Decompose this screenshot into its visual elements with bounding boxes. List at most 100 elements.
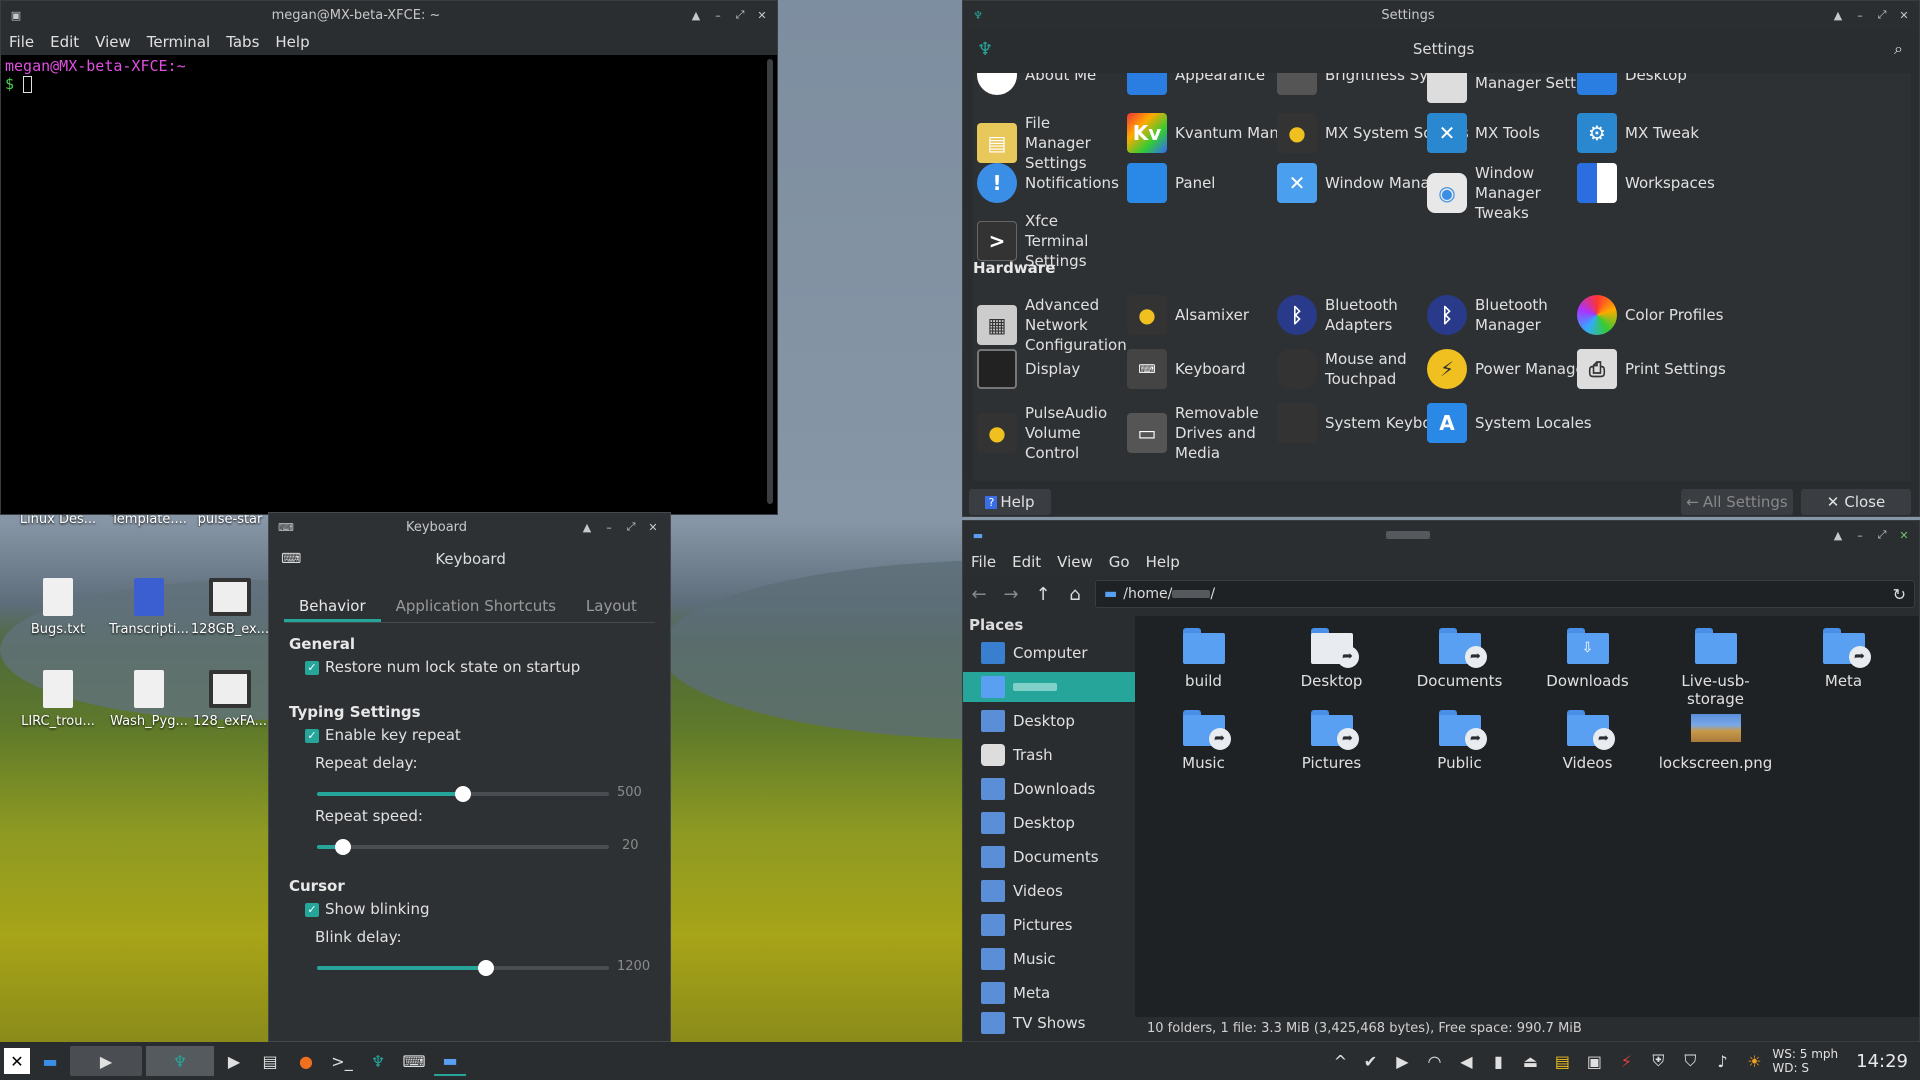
close-icon[interactable]: ✕ (751, 9, 773, 22)
place-desktop[interactable]: Desktop (963, 706, 1135, 736)
settings-item-notifications[interactable]: ! Notifications (977, 163, 1119, 203)
menu-tabs[interactable]: Tabs (218, 33, 267, 51)
slider-handle[interactable] (478, 960, 495, 976)
media-tray-icon[interactable]: ▶ (1388, 1046, 1416, 1076)
settings-item-network[interactable]: ▦ Advanced Network Configuration (977, 295, 1127, 355)
close-icon[interactable]: ✕ (642, 521, 664, 534)
settings-titlebar[interactable]: ♆ Settings ▲ – ⤢ ✕ (963, 1, 1919, 29)
settings-item-removable[interactable]: ▭ Removable Drives and Media (1127, 403, 1267, 463)
repeat-delay-slider[interactable] (317, 786, 609, 802)
slider-handle[interactable] (455, 786, 471, 802)
desktop-icon[interactable]: Bugs.txt (13, 578, 103, 637)
location-bar[interactable]: ▬ /home/ / ↻ (1095, 580, 1915, 608)
tab-application-shortcuts[interactable]: Application Shortcuts (381, 589, 571, 622)
shade-icon[interactable]: ▲ (1827, 529, 1849, 542)
clock[interactable]: 14:29 (1856, 1051, 1908, 1072)
settings-item-display[interactable]: Display (977, 349, 1080, 389)
security-icon[interactable]: ⛨ (1644, 1046, 1672, 1076)
bell-icon[interactable]: ♪ (1708, 1046, 1736, 1076)
terminal-output[interactable]: megan@MX-beta-XFCE:~ $ (1, 55, 777, 514)
key-repeat-checkbox[interactable]: ✓ (305, 729, 319, 743)
menu-file[interactable]: File (1, 33, 42, 51)
menu-view[interactable]: View (1049, 553, 1101, 571)
close-icon[interactable]: ✕ (1893, 9, 1915, 22)
minimize-icon[interactable]: – (707, 9, 729, 22)
volume-icon[interactable]: ◀ (1452, 1046, 1480, 1076)
back-icon[interactable]: ← (963, 584, 995, 605)
file-item-documents[interactable]: ➦ Documents (1397, 628, 1522, 690)
settings-item-bt-adapters[interactable]: ᛒ Bluetooth Adapters (1277, 295, 1417, 335)
notes-icon[interactable]: ▤ (1548, 1046, 1576, 1076)
settings-item-color-profiles[interactable]: Color Profiles (1577, 295, 1723, 335)
file-item-videos[interactable]: ➦ Videos (1525, 710, 1650, 772)
menu-view[interactable]: View (87, 33, 139, 51)
file-item-desktop[interactable]: ➦ Desktop (1269, 628, 1394, 690)
keyboard-dialog[interactable]: ⌨ Keyboard ▲ – ⤢ ✕ ⌨ Keyboard Behavior A… (268, 512, 671, 1042)
file-manager-launcher-icon[interactable]: ▤ (254, 1046, 286, 1076)
settings-item-alsamixer[interactable]: ● Alsamixer (1127, 295, 1249, 335)
menu-help[interactable]: Help (267, 33, 317, 51)
file-item-downloads[interactable]: ⇩ Downloads (1525, 628, 1650, 690)
minimize-icon[interactable]: – (598, 521, 620, 534)
settings-item-workspaces[interactable]: Workspaces (1577, 163, 1715, 203)
wifi-icon[interactable]: ◠ (1420, 1046, 1448, 1076)
settings-item-mx-tools[interactable]: ✕ MX Tools (1427, 113, 1540, 153)
minimize-icon[interactable]: – (1849, 529, 1871, 542)
terminal-scrollbar[interactable] (767, 59, 773, 504)
terminal-window[interactable]: ▣ megan@MX-beta-XFCE: ~ ▲ – ⤢ ✕ File Edi… (0, 0, 778, 515)
tab-behavior[interactable]: Behavior (284, 589, 381, 622)
file-item-music[interactable]: ➦ Music (1141, 710, 1266, 772)
eject-icon[interactable]: ⏏ (1516, 1046, 1544, 1076)
tab-layout[interactable]: Layout (571, 589, 652, 622)
firefox-icon[interactable]: ● (290, 1046, 322, 1076)
keyboard-titlebar[interactable]: ⌨ Keyboard ▲ – ⤢ ✕ (269, 513, 670, 541)
settings-item[interactable]: Desktop (1577, 73, 1687, 95)
file-item-public[interactable]: ➦ Public (1397, 710, 1522, 772)
repeat-speed-slider[interactable] (317, 839, 609, 855)
settings-content[interactable]: About Me Appearance Brightness Systray M… (973, 73, 1911, 481)
menu-go[interactable]: Go (1101, 553, 1138, 571)
settings-item-panel[interactable]: Panel (1127, 163, 1215, 203)
place-home[interactable] (963, 672, 1135, 702)
place-computer[interactable]: Computer (963, 638, 1135, 668)
place-documents[interactable]: Documents (963, 842, 1135, 872)
close-icon[interactable]: ✕ (1893, 529, 1915, 542)
help-button[interactable]: ? Help (969, 489, 1051, 515)
place-videos[interactable]: Videos (963, 876, 1135, 906)
network-tray-icon[interactable]: ⚡ (1612, 1046, 1640, 1076)
slider-handle[interactable] (335, 839, 352, 855)
place-pictures[interactable]: Pictures (963, 910, 1135, 940)
settings-launcher-icon[interactable]: ♆ (362, 1046, 394, 1076)
settings-item-wm-tweaks[interactable]: ◉ Window Manager Tweaks (1427, 163, 1567, 223)
menu-help[interactable]: Help (1138, 553, 1188, 571)
settings-item-locales[interactable]: A System Locales (1427, 403, 1592, 443)
maximize-icon[interactable]: ⤢ (1871, 8, 1893, 22)
settings-item-mx-tweak[interactable]: ⚙ MX Tweak (1577, 113, 1699, 153)
settings-item-bt-manager[interactable]: ᛒ Bluetooth Manager (1427, 295, 1567, 335)
place-tv-shows[interactable]: TV Shows (963, 1012, 1135, 1034)
place-meta[interactable]: Meta (963, 978, 1135, 1008)
mx-menu-icon[interactable]: ✕ (4, 1048, 30, 1074)
up-icon[interactable]: ↑ (1027, 584, 1059, 605)
numlock-checkbox[interactable]: ✓ (305, 661, 319, 675)
file-item-lockscreen[interactable]: lockscreen.png (1653, 710, 1778, 772)
menu-edit[interactable]: Edit (1004, 553, 1049, 571)
maximize-icon[interactable]: ⤢ (729, 8, 751, 22)
search-icon[interactable]: ⌕ (1894, 39, 1903, 59)
shade-icon[interactable]: ▲ (576, 521, 598, 534)
menu-terminal[interactable]: Terminal (139, 33, 218, 51)
settings-item-keyboard[interactable]: ⌨ Keyboard (1127, 349, 1246, 389)
file-item-meta[interactable]: ➦ Meta (1781, 628, 1906, 690)
shade-icon[interactable]: ▲ (685, 9, 707, 22)
settings-item-mouse[interactable]: Mouse and Touchpad (1277, 349, 1417, 389)
menu-edit[interactable]: Edit (42, 33, 87, 51)
maximize-icon[interactable]: ⤢ (1871, 528, 1893, 542)
settings-item[interactable]: Appearance (1127, 73, 1265, 95)
desktop-icon[interactable]: Wash_Pyg... (104, 670, 194, 729)
shade-icon[interactable]: ▲ (1827, 9, 1849, 22)
settings-item-pulseaudio[interactable]: ● PulseAudio Volume Control (977, 403, 1117, 463)
desktop-icon[interactable]: LIRC_trou... (13, 670, 103, 729)
place-downloads[interactable]: Downloads (963, 774, 1135, 804)
keyboard-launcher-icon[interactable]: ⌨ (398, 1046, 430, 1076)
file-item-pictures[interactable]: ➦ Pictures (1269, 710, 1394, 772)
